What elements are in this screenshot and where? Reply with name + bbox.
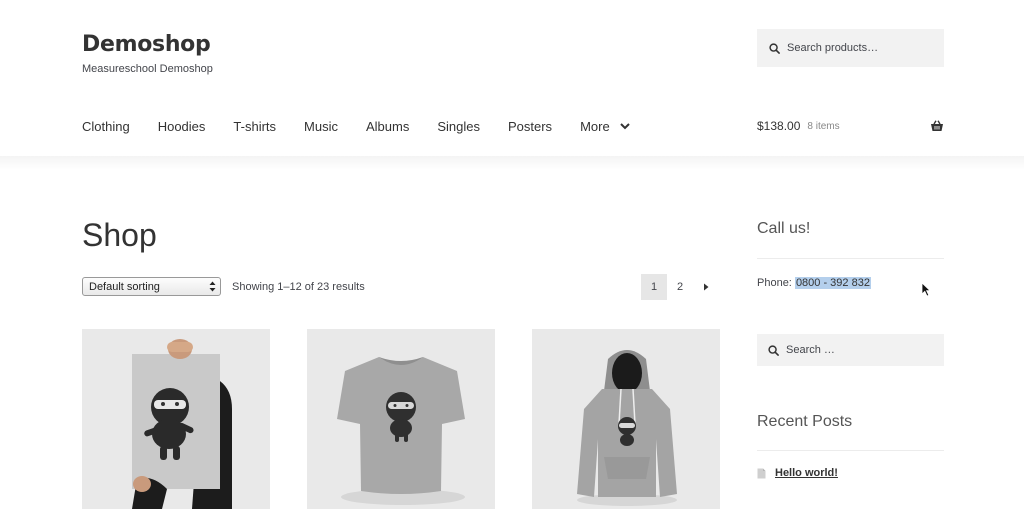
nav-item-music[interactable]: Music bbox=[304, 119, 338, 134]
page-title: Shop bbox=[82, 217, 157, 253]
sorting-select[interactable]: Default sorting bbox=[82, 277, 221, 296]
nav-item-posters[interactable]: Posters bbox=[508, 119, 552, 134]
sidebar-search-field[interactable] bbox=[757, 334, 944, 366]
result-count: Showing 1–12 of 23 results bbox=[232, 281, 365, 293]
pagination: 1 2 bbox=[641, 274, 719, 300]
basket-icon bbox=[931, 120, 943, 131]
product-search-input[interactable] bbox=[787, 42, 937, 54]
widget-divider bbox=[757, 258, 944, 259]
phone-label: Phone: bbox=[757, 277, 792, 289]
nav-item-hoodies[interactable]: Hoodies bbox=[158, 119, 206, 134]
header-divider bbox=[0, 156, 1024, 170]
product-card-hoodie[interactable] bbox=[532, 329, 720, 509]
product-search-field[interactable] bbox=[757, 29, 944, 67]
tshirt-image bbox=[307, 329, 495, 509]
phone-line: Phone: 0800 - 392 832 bbox=[757, 277, 871, 289]
poster-image bbox=[82, 329, 270, 509]
mouse-cursor-icon bbox=[921, 282, 931, 297]
nav-item-clothing[interactable]: Clothing bbox=[82, 119, 130, 134]
chevron-right-icon bbox=[704, 283, 709, 291]
recent-post-item: Hello world! bbox=[757, 467, 838, 479]
select-arrows-icon bbox=[209, 281, 216, 292]
recent-post-link[interactable]: Hello world! bbox=[775, 467, 838, 479]
cart-item-count: 8 items bbox=[807, 120, 840, 132]
page-link-2[interactable]: 2 bbox=[667, 274, 693, 300]
search-icon bbox=[768, 344, 779, 356]
site-branding: Demoshop Measureschool Demoshop bbox=[82, 32, 213, 75]
page-current: 1 bbox=[641, 274, 667, 300]
site-title[interactable]: Demoshop bbox=[82, 32, 213, 57]
search-icon bbox=[769, 42, 780, 54]
nav-more-label: More bbox=[580, 119, 610, 134]
recent-posts-title: Recent Posts bbox=[757, 413, 853, 430]
sorting-selected-value: Default sorting bbox=[89, 280, 160, 293]
phone-number[interactable]: 0800 - 392 832 bbox=[794, 277, 871, 289]
nav-item-singles[interactable]: Singles bbox=[437, 119, 480, 134]
header-cart[interactable]: $138.00 8 items bbox=[757, 119, 944, 133]
cart-amount: $138.00 bbox=[757, 119, 801, 133]
page-next-link[interactable] bbox=[693, 274, 719, 300]
call-us-title: Call us! bbox=[757, 220, 811, 237]
document-icon bbox=[757, 468, 766, 478]
hoodie-image bbox=[532, 329, 720, 509]
sidebar-search-input[interactable] bbox=[786, 344, 936, 356]
site-tagline: Measureschool Demoshop bbox=[82, 63, 213, 75]
product-card-tshirt[interactable] bbox=[307, 329, 495, 509]
primary-navigation: Clothing Hoodies T-shirts Music Albums S… bbox=[82, 119, 630, 134]
widget-divider bbox=[757, 450, 944, 451]
chevron-down-icon bbox=[619, 123, 630, 130]
nav-item-tshirts[interactable]: T-shirts bbox=[233, 119, 276, 134]
nav-item-more[interactable]: More bbox=[580, 119, 630, 134]
product-card-poster[interactable] bbox=[82, 329, 270, 509]
nav-item-albums[interactable]: Albums bbox=[366, 119, 409, 134]
